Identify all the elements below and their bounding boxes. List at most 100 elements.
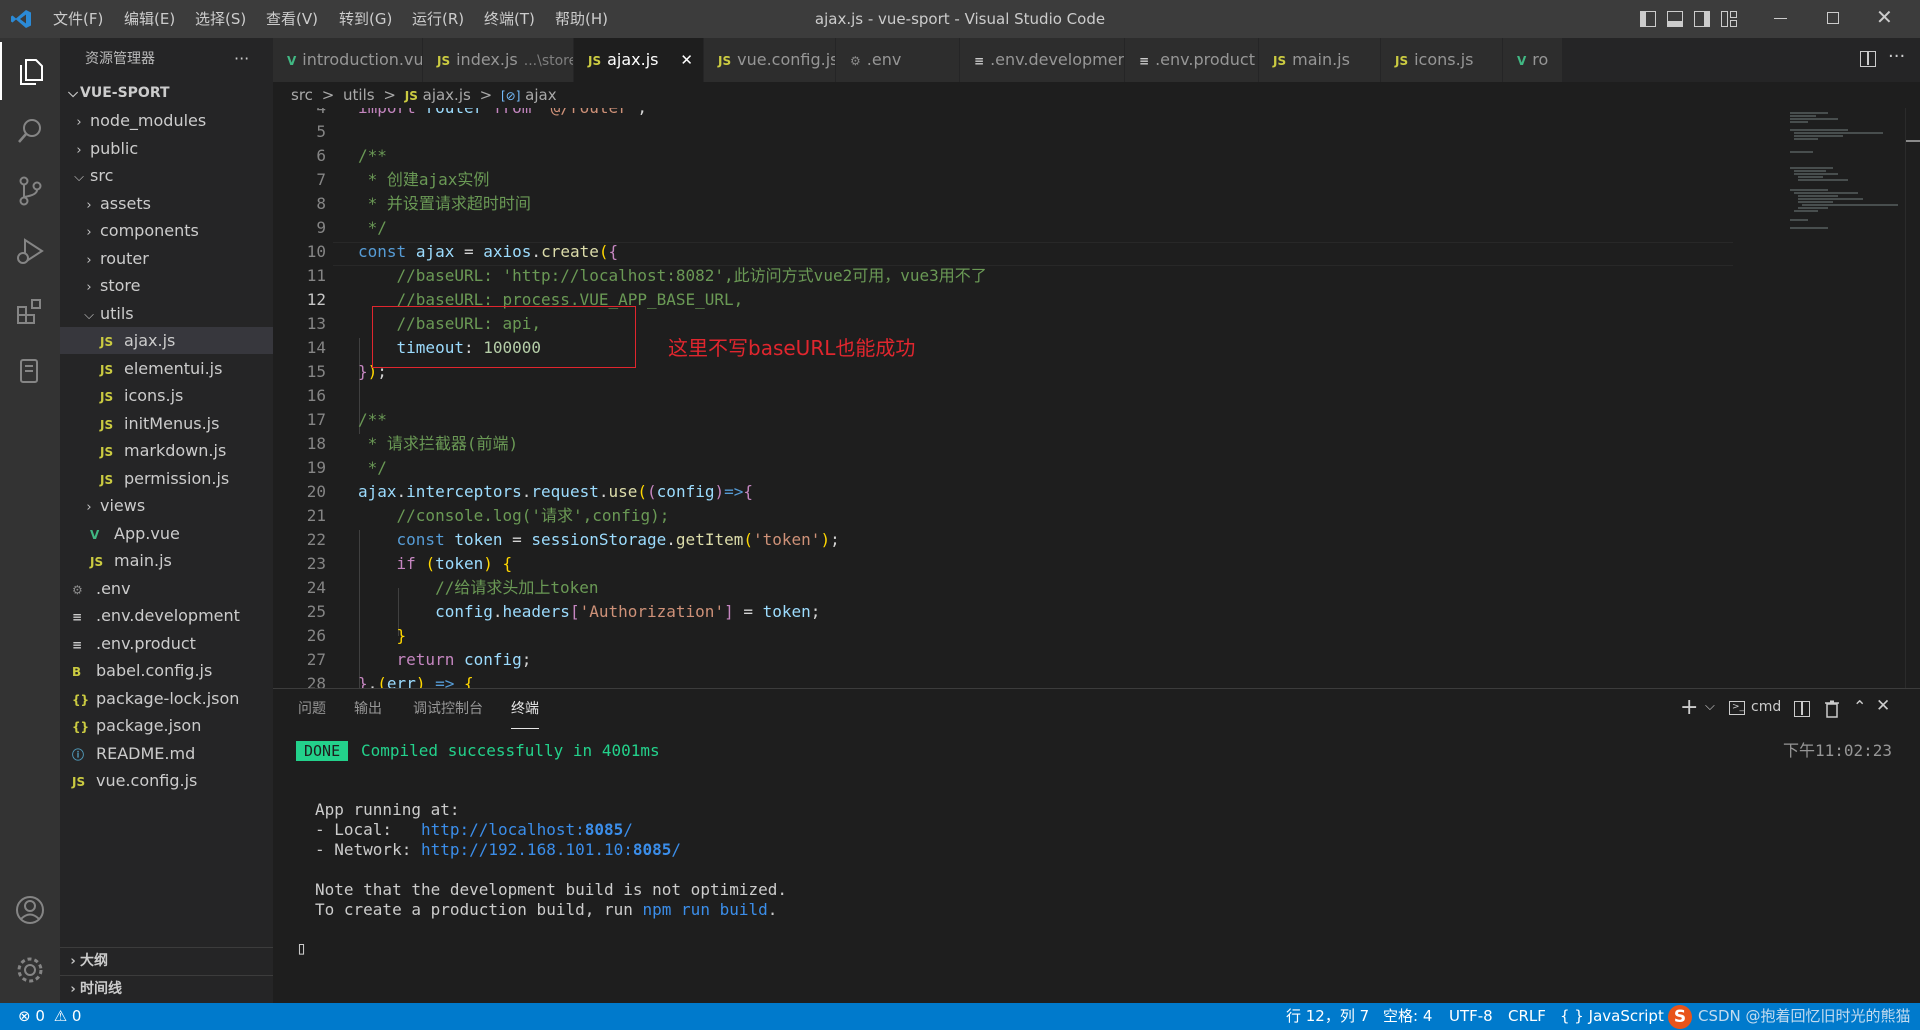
file-markdown-js[interactable]: JS markdown.js: [60, 437, 273, 464]
tab--env[interactable]: ⚙ .env: [836, 38, 960, 82]
minimap[interactable]: [1788, 108, 1903, 258]
sogou-ime-icon[interactable]: S: [1668, 1005, 1692, 1029]
tab-main-js[interactable]: JS main.js: [1259, 38, 1381, 82]
encoding[interactable]: UTF-8: [1449, 1003, 1493, 1030]
breadcrumb-symbol[interactable]: ajax: [525, 86, 556, 104]
menu-selection[interactable]: 选择(S): [195, 0, 246, 38]
tab-ro[interactable]: Vro: [1503, 38, 1563, 82]
file-vue-config-js[interactable]: JS vue.config.js: [60, 767, 273, 794]
split-terminal-icon[interactable]: [1794, 701, 1810, 717]
menu-terminal[interactable]: 终端(T): [484, 0, 535, 38]
code-line-20: ajax.interceptors.request.use((config)=>…: [358, 482, 754, 501]
more-actions-icon[interactable]: ···: [1888, 46, 1905, 67]
indentation[interactable]: 空格: 4: [1383, 1003, 1432, 1030]
tab-label: .env: [866, 50, 902, 69]
folder-utils[interactable]: ⌵ utils: [60, 300, 273, 327]
menu-help[interactable]: 帮助(H): [555, 0, 608, 38]
panel-tab-debug-console[interactable]: 调试控制台: [413, 689, 483, 729]
breadcrumb-file[interactable]: ajax.js: [423, 86, 471, 104]
panel-tab-terminal[interactable]: 终端: [511, 689, 539, 729]
folder-components[interactable]: › components: [60, 217, 273, 244]
tab-icons-js[interactable]: JS icons.js: [1381, 38, 1503, 82]
panel-tab-output[interactable]: 输出: [354, 689, 382, 729]
folder-router[interactable]: › router: [60, 245, 273, 272]
close-tab-icon[interactable]: ✕: [680, 38, 693, 82]
code-editor[interactable]: 4 5 6 7 8 9 10 11 12 13 14 15 16 17 18 19 20 21 22 23 24 25 26…: [273, 108, 1920, 688]
extensions-icon[interactable]: [0, 282, 60, 340]
remote-explorer-icon[interactable]: [0, 342, 60, 400]
tree-item-label: store: [100, 276, 141, 295]
maximize-panel-icon[interactable]: ⌃: [1853, 697, 1866, 716]
tab-ajax-js[interactable]: JS ajax.js ✕: [574, 38, 704, 82]
tab-index-js[interactable]: JS index.js ...\store: [423, 38, 574, 82]
more-actions-icon[interactable]: ···: [234, 38, 249, 80]
breadcrumb-src[interactable]: src: [291, 86, 313, 104]
folder-src[interactable]: ⌵ src: [60, 162, 273, 189]
folder-store[interactable]: › store: [60, 272, 273, 299]
tab-vue-config-js[interactable]: JS vue.config.js: [704, 38, 836, 82]
terminal-shell-name[interactable]: cmd: [1751, 699, 1781, 715]
customize-layout-icon[interactable]: [1721, 11, 1737, 27]
project-root[interactable]: ⌵ VUE-SPORT: [60, 80, 273, 107]
file-babel-config-js[interactable]: Bbabel.config.js: [60, 657, 273, 684]
folder-assets[interactable]: › assets: [60, 190, 273, 217]
folder-public[interactable]: › public: [60, 135, 273, 162]
explorer-icon[interactable]: [0, 42, 60, 100]
tree-item-label: public: [90, 138, 139, 158]
folder-node_modules[interactable]: › node_modules: [60, 107, 273, 134]
file-main-js[interactable]: JS main.js: [60, 547, 273, 574]
tab-label: icons.js: [1414, 50, 1474, 69]
toggle-panel-icon[interactable]: [1667, 11, 1683, 27]
problems-status[interactable]: ⊗ 0 ⚠ 0: [18, 1003, 81, 1030]
cursor-position[interactable]: 行 12，列 7: [1286, 1003, 1369, 1030]
close-window-icon[interactable]: ✕: [1876, 5, 1893, 29]
language-mode[interactable]: { } JavaScript: [1560, 1003, 1664, 1030]
menu-edit[interactable]: 编辑(E): [124, 0, 175, 38]
line-number: 10: [306, 242, 326, 261]
outline-section[interactable]: › 大纲: [60, 947, 273, 974]
file-package-json[interactable]: {} package.json: [60, 712, 273, 739]
local-url[interactable]: http://localhost:8085/: [421, 820, 633, 839]
source-control-icon[interactable]: [0, 162, 60, 220]
chevron-down-icon[interactable]: ⌵: [1705, 699, 1715, 714]
file-permission-js[interactable]: JS permission.js: [60, 465, 273, 492]
split-editor-icon[interactable]: [1860, 51, 1876, 67]
menu-run[interactable]: 运行(R): [412, 0, 464, 38]
file-README-md[interactable]: ⓘ README.md: [60, 740, 273, 767]
file-icons-js[interactable]: JS icons.js: [60, 382, 273, 409]
file-initMenus-js[interactable]: JS initMenus.js: [60, 410, 273, 437]
file--env-product[interactable]: ≡ .env.product: [60, 630, 273, 657]
trash-icon[interactable]: [1824, 700, 1840, 722]
close-panel-icon[interactable]: ✕: [1876, 696, 1890, 716]
manage-gear-icon[interactable]: [0, 941, 60, 999]
toggle-sidebar-icon[interactable]: [1640, 11, 1656, 27]
menu-file[interactable]: 文件(F): [53, 0, 103, 38]
menu-goto[interactable]: 转到(G): [339, 0, 392, 38]
panel-tab-problems[interactable]: 问题: [298, 689, 326, 729]
breadcrumb-utils[interactable]: utils: [343, 86, 375, 104]
file-elementui-js[interactable]: JS elementui.js: [60, 355, 273, 382]
account-icon[interactable]: [0, 881, 60, 939]
timeline-section[interactable]: › 时间线: [60, 975, 273, 1002]
toggle-secondary-sidebar-icon[interactable]: [1694, 11, 1710, 27]
maximize-icon[interactable]: [1827, 12, 1839, 24]
file--env-development[interactable]: ≡ .env.development: [60, 602, 273, 629]
new-terminal-icon[interactable]: +: [1680, 695, 1698, 720]
tab-introduction-vue[interactable]: Vintroduction.vue: [273, 38, 423, 82]
editor-scrollbar[interactable]: [1905, 108, 1920, 688]
file-package-lock-json[interactable]: {} package-lock.json: [60, 685, 273, 712]
menu-view[interactable]: 查看(V): [266, 0, 318, 38]
network-label: - Network:: [315, 840, 421, 859]
network-url[interactable]: http://192.168.101.10:8085/: [421, 840, 681, 859]
search-icon[interactable]: [0, 102, 60, 160]
minimize-icon[interactable]: [1774, 18, 1787, 19]
tab--env-product[interactable]: ≡ .env.product: [1125, 38, 1259, 82]
end-of-line[interactable]: CRLF: [1508, 1003, 1546, 1030]
run-debug-icon[interactable]: [0, 222, 60, 280]
file--env[interactable]: ⚙ .env: [60, 575, 273, 602]
tab--env-development[interactable]: ≡ .env.development: [960, 38, 1125, 82]
terminal-cursor[interactable]: ▯: [296, 939, 307, 959]
file-ajax-js[interactable]: JS ajax.js: [60, 327, 273, 354]
file-App-vue[interactable]: V App.vue: [60, 520, 273, 547]
folder-views[interactable]: › views: [60, 492, 273, 519]
